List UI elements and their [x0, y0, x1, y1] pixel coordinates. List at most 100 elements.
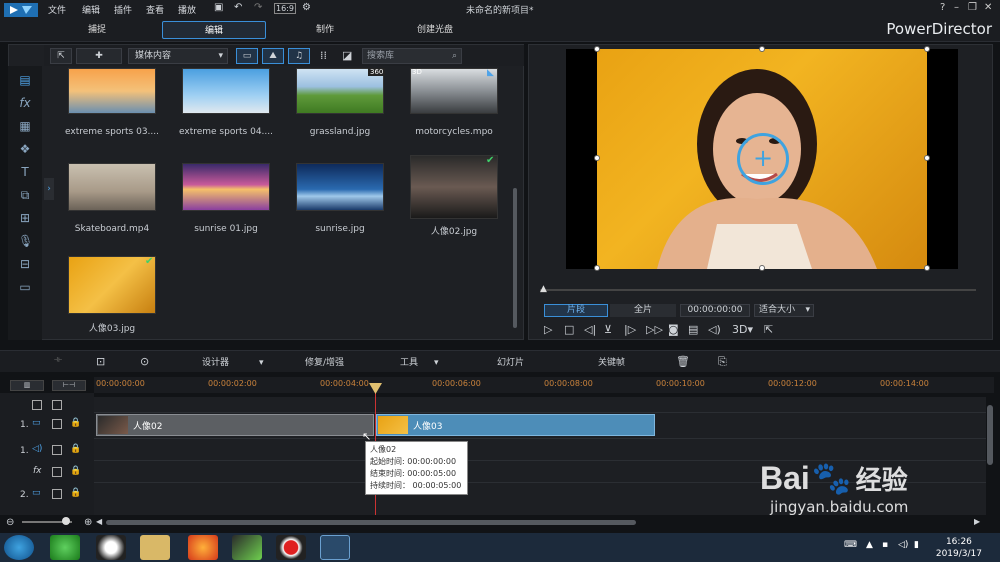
library-scrollbar[interactable] — [512, 68, 518, 336]
thumb-portrait-03[interactable] — [68, 256, 156, 314]
scroll-left-icon[interactable]: ◀ — [96, 517, 102, 526]
designer-menu[interactable]: 设计器 ▾ — [202, 355, 264, 368]
menu-plugins[interactable]: 插件 — [114, 3, 132, 16]
media-app-icon[interactable] — [232, 535, 262, 560]
library-search-input[interactable]: 搜索库 ⌕ — [362, 48, 462, 64]
timeline-horizontal-scrollbar[interactable] — [106, 520, 636, 525]
motion-tracker-target-icon[interactable]: + — [737, 133, 789, 185]
taskbar-app-icon[interactable] — [50, 535, 80, 560]
snapshot-icon[interactable]: ◙ — [668, 323, 679, 336]
track-enable-checkbox[interactable] — [52, 467, 62, 477]
timeline-vertical-scrollbar[interactable] — [987, 405, 993, 465]
fast-forward-icon[interactable]: ▷▷ — [646, 323, 663, 336]
save-icon[interactable]: ▣ — [214, 2, 223, 13]
thumb-extreme-sports-03[interactable] — [68, 68, 156, 114]
menu-play[interactable]: 播放 — [178, 3, 196, 16]
tools-menu[interactable]: 工具 ▾ — [400, 355, 439, 368]
resize-handle[interactable] — [594, 265, 600, 271]
tab-capture[interactable]: 捕捉 — [62, 21, 132, 39]
thumb-portrait-02[interactable] — [410, 155, 498, 219]
transition-room-icon[interactable]: ⧉ — [18, 188, 32, 202]
export-list-icon[interactable]: ⎘ — [718, 355, 727, 369]
3d-mode-button[interactable]: 3D▾ — [732, 323, 753, 336]
lock-icon[interactable]: 🔒 — [70, 418, 81, 428]
tools-circle-icon[interactable]: ⊙ — [140, 355, 149, 368]
track-manager-icon[interactable]: ▥ — [10, 380, 44, 391]
tab-create-disc[interactable]: 创建光盘 — [400, 21, 470, 39]
crop-icon[interactable]: ⊡ — [96, 355, 105, 368]
settings-icon[interactable]: ⚙ — [302, 2, 311, 13]
tray-expand-icon[interactable]: ▲ — [866, 540, 873, 550]
lock-icon[interactable]: 🔒 — [70, 444, 81, 454]
scroll-right-icon[interactable]: ▶ — [974, 517, 980, 526]
repair-enhance-button[interactable]: 修复/增强 — [305, 355, 344, 368]
lock-icon[interactable]: 🔒 — [70, 488, 81, 498]
redo-icon[interactable]: ↷ — [254, 2, 262, 13]
tab-produce[interactable]: 制作 — [290, 21, 360, 39]
record-icon[interactable] — [276, 535, 306, 560]
powerdirector-taskbar-icon[interactable] — [320, 535, 350, 560]
timecode-display[interactable]: 00:00:00:00 — [680, 304, 750, 317]
menu-edit[interactable]: 编辑 — [82, 3, 100, 16]
import-media-button[interactable]: ⇱ — [50, 48, 72, 64]
zoom-slider-handle[interactable] — [62, 517, 70, 525]
tab-edit[interactable]: 编辑 — [162, 21, 266, 39]
fit-timeline-icon[interactable]: ⊢⊣ — [52, 380, 86, 391]
undock-icon[interactable]: ⇱ — [764, 323, 773, 336]
system-clock[interactable]: 16:26 2019/3/17 — [936, 536, 982, 560]
fit-size-dropdown[interactable]: 适合大小 ▾ — [754, 304, 814, 317]
zoom-in-icon[interactable]: ⊕ — [84, 517, 92, 528]
media-content-dropdown[interactable]: 媒体内容 ▾ — [128, 48, 228, 64]
voice-over-icon[interactable]: 🎙 — [18, 234, 33, 248]
plugins-puzzle-button[interactable]: ✚ — [76, 48, 122, 64]
all-tracks-checkbox[interactable] — [52, 400, 62, 410]
thumb-sunrise[interactable] — [296, 163, 384, 211]
zoom-out-icon[interactable]: ⊖ — [6, 517, 14, 528]
previous-frame-icon[interactable]: ◁| — [584, 323, 596, 336]
thumb-motorcycles[interactable] — [410, 68, 498, 114]
resize-handle[interactable] — [924, 46, 930, 52]
close-icon[interactable]: ✕ — [984, 2, 992, 13]
track-enable-checkbox[interactable] — [52, 489, 62, 499]
next-frame-icon[interactable]: |▷ — [624, 323, 636, 336]
clip-mode-button[interactable]: 片段 — [544, 304, 608, 317]
thumbnail-size-icon[interactable]: ◪ — [342, 49, 352, 62]
keyframe-button[interactable]: 关键帧 — [598, 355, 625, 368]
stop-icon[interactable]: □ — [564, 323, 574, 336]
particle-room-icon[interactable]: ❖ — [18, 142, 32, 156]
undo-icon[interactable]: ↶ — [234, 2, 242, 13]
file-explorer-icon[interactable] — [140, 535, 170, 560]
play-icon[interactable]: ▷ — [544, 323, 552, 336]
menu-file[interactable]: 文件 — [48, 3, 66, 16]
title-room-icon[interactable]: T — [18, 165, 32, 179]
track-enable-checkbox[interactable] — [52, 445, 62, 455]
split-tool-icon[interactable]: ⟛ — [54, 355, 62, 365]
grid-view-icon[interactable]: ⁞⁞ — [320, 49, 327, 62]
audio-mixing-icon[interactable]: ⊞ — [18, 211, 32, 225]
fx-room-icon[interactable]: fx — [18, 96, 32, 110]
minimize-icon[interactable]: – — [954, 2, 959, 13]
resize-handle[interactable] — [594, 155, 600, 161]
resize-handle[interactable] — [594, 46, 600, 52]
media-room-icon[interactable]: ▤ — [18, 73, 32, 87]
timeline-clip[interactable]: 人像02 — [96, 414, 374, 436]
movie-mode-button[interactable]: 全片 — [610, 304, 676, 317]
thumb-extreme-sports-04[interactable] — [182, 68, 270, 114]
help-icon[interactable]: ? — [940, 2, 945, 13]
chapter-room-icon[interactable]: ⊟ — [18, 257, 32, 271]
all-tracks-toggle[interactable] — [32, 400, 42, 410]
thumb-sunrise-01[interactable] — [182, 163, 270, 211]
thumb-skateboard[interactable] — [68, 163, 156, 211]
network-icon[interactable]: ▪ — [882, 540, 888, 550]
pip-room-icon[interactable]: ▦ — [18, 119, 32, 133]
trash-icon[interactable]: 🗑 — [676, 355, 690, 368]
aspect-ratio-icon[interactable]: 16:9 — [274, 3, 296, 14]
lock-icon[interactable]: 🔒 — [70, 466, 81, 476]
battery-icon[interactable]: ▮ — [914, 540, 919, 550]
firefox-icon[interactable] — [188, 535, 218, 560]
slideshow-button[interactable]: 幻灯片 — [497, 355, 524, 368]
menu-view[interactable]: 查看 — [146, 3, 164, 16]
preview-scrub-bar[interactable] — [540, 289, 976, 291]
scrub-marker-icon[interactable]: ▲ — [540, 284, 547, 294]
expand-panel-icon[interactable]: › — [44, 178, 54, 200]
